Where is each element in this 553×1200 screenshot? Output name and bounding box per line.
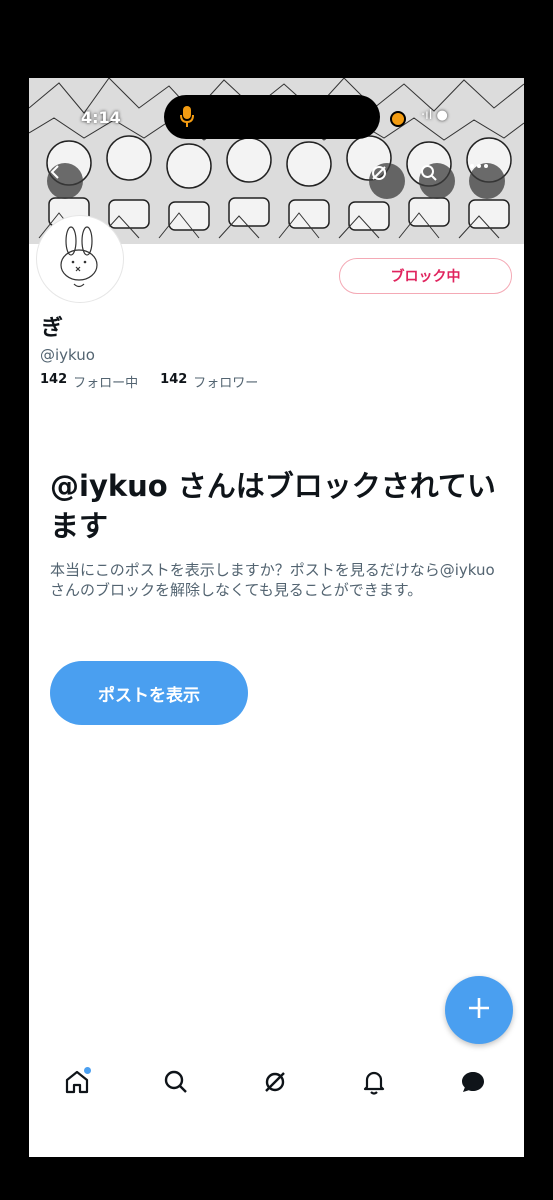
grok-icon	[261, 1068, 289, 1100]
search-icon	[162, 1068, 190, 1100]
grok-button[interactable]	[369, 163, 405, 199]
dynamic-island	[164, 95, 380, 139]
status-time: 4:14	[81, 108, 121, 127]
following-label[interactable]: フォロー中	[73, 372, 138, 391]
show-posts-button[interactable]: ポストを表示	[50, 661, 248, 725]
phone-screen: 4:14 ·ıl ● ブロック中 ぎ @iykuo 142 フォロー中 142 …	[29, 78, 524, 1157]
followers-label[interactable]: フォロワー	[193, 372, 258, 391]
tab-messages[interactable]	[456, 1067, 490, 1101]
bottom-tab-bar	[29, 1063, 524, 1107]
tab-grok[interactable]	[258, 1067, 292, 1101]
bunny-avatar-icon	[60, 226, 98, 288]
blocked-notice-title: @iykuo さんはブロックされています	[50, 469, 496, 543]
home-notification-dot	[84, 1067, 91, 1074]
search-button[interactable]	[419, 163, 455, 199]
more-button[interactable]	[469, 163, 505, 199]
tab-home[interactable]	[60, 1067, 94, 1101]
chat-bubble-icon	[459, 1068, 487, 1100]
back-button[interactable]	[47, 163, 83, 199]
profile-handle: @iykuo	[40, 346, 95, 364]
tab-search[interactable]	[159, 1067, 193, 1101]
blocked-button[interactable]: ブロック中	[339, 258, 512, 294]
recording-indicator-icon	[390, 111, 406, 127]
blocked-notice-description: 本当にこのポストを表示しますか？ポストを見るだけなら@iykuo さんのブロック…	[50, 561, 495, 599]
avatar[interactable]	[37, 216, 123, 302]
status-indicators: ·ıl ●	[421, 108, 448, 123]
bell-icon	[360, 1068, 388, 1100]
followers-count[interactable]: 142	[160, 372, 187, 391]
compose-button[interactable]	[445, 976, 513, 1044]
profile-name: ぎ	[41, 316, 64, 341]
profile-banner[interactable]: 4:14 ·ıl ●	[29, 78, 524, 244]
tab-notifications[interactable]	[357, 1067, 391, 1101]
following-count[interactable]: 142	[40, 372, 67, 391]
plus-icon	[466, 995, 492, 1025]
follow-stats: 142 フォロー中 142 フォロワー	[40, 372, 258, 391]
